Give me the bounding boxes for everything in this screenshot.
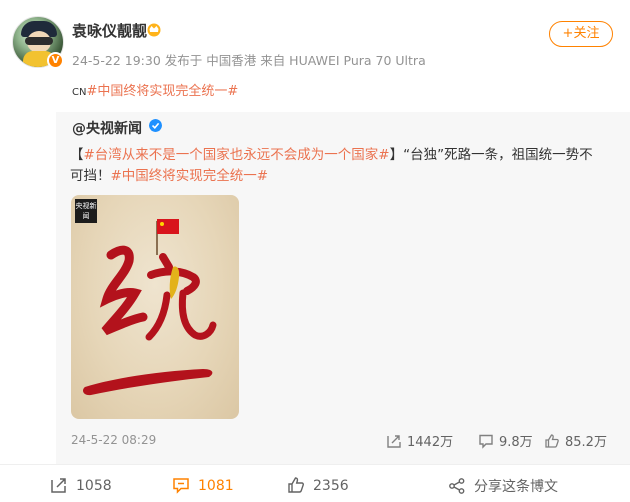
bracket-open: 【 (70, 147, 84, 163)
repost-hashtag-1[interactable]: #台湾从来不是一个国家也永远不会成为一个国家# (84, 147, 390, 163)
like-icon (288, 477, 304, 493)
comment-button[interactable]: 1081 (172, 476, 234, 494)
repost-comment-stat[interactable]: 9.8万 (478, 431, 533, 450)
post-header: V 袁咏仪靓靓 24-5-22 19:30 发布于 中国香港 来自 HUAWEI… (0, 0, 630, 112)
share-icon (387, 435, 401, 448)
repost-author-link[interactable]: @央视新闻 (72, 118, 142, 138)
repost-text-line1: 【#台湾从来不是一个国家也永远不会成为一个国家#】“台独”死路一条，祖国统一势不 (70, 143, 593, 163)
blue-verified-icon (149, 119, 162, 132)
repost-like-stat[interactable]: 85.2万 (544, 431, 607, 450)
repost-text-line2: 可挡！#中国终将实现完全统一# (70, 164, 268, 184)
username[interactable]: 袁咏仪靓靓 (72, 20, 147, 41)
post-hashtag-link[interactable]: #中国终将实现完全统一# (86, 84, 238, 99)
share-weibo-label: 分享这条博文 (474, 479, 558, 495)
repost-card[interactable]: @央视新闻 【#台湾从来不是一个国家也永远不会成为一个国家#】“台独”死路一条，… (56, 112, 630, 464)
repost-text-start: 可挡！ (70, 168, 111, 184)
post-image[interactable]: 央视新闻 (71, 195, 239, 419)
repost-share-count: 1442万 (407, 435, 454, 450)
share-count: 1058 (76, 478, 112, 494)
repost-text-rest: 】“台独”死路一条，祖国统一势不 (389, 147, 593, 163)
repost-comment-count: 9.8万 (499, 435, 533, 450)
post-prefix: CN (72, 87, 87, 98)
actions-divider (0, 464, 630, 465)
repost-hashtag-2[interactable]: #中国终将实现完全统一# (111, 168, 269, 184)
comment-icon (479, 434, 493, 449)
post-meta: 24-5-22 19:30 发布于 中国香港 来自 HUAWEI Pura 70… (72, 53, 426, 68)
like-icon (545, 434, 559, 448)
calligraphy-artwork (83, 219, 217, 396)
like-button[interactable]: 2356 (287, 476, 349, 494)
comment-count: 1081 (198, 478, 234, 494)
share-weibo-button[interactable]: 分享这条博文 (448, 476, 558, 496)
follow-button[interactable]: +关注 (549, 21, 613, 47)
share-button[interactable]: 1058 (50, 476, 112, 494)
comment-icon (173, 478, 189, 494)
avatar-glasses (25, 37, 53, 45)
share-network-icon (449, 478, 465, 494)
verified-badge-icon: V (47, 52, 64, 69)
share-icon (51, 478, 66, 493)
like-count: 2356 (313, 478, 349, 494)
repost-like-count: 85.2万 (565, 435, 607, 450)
repost-share-stat[interactable]: 1442万 (386, 431, 453, 450)
post-text: CN#中国终将实现完全统一# (72, 80, 238, 99)
repost-timestamp: 24-5-22 08:29 (71, 433, 157, 447)
crown-icon (147, 23, 161, 37)
